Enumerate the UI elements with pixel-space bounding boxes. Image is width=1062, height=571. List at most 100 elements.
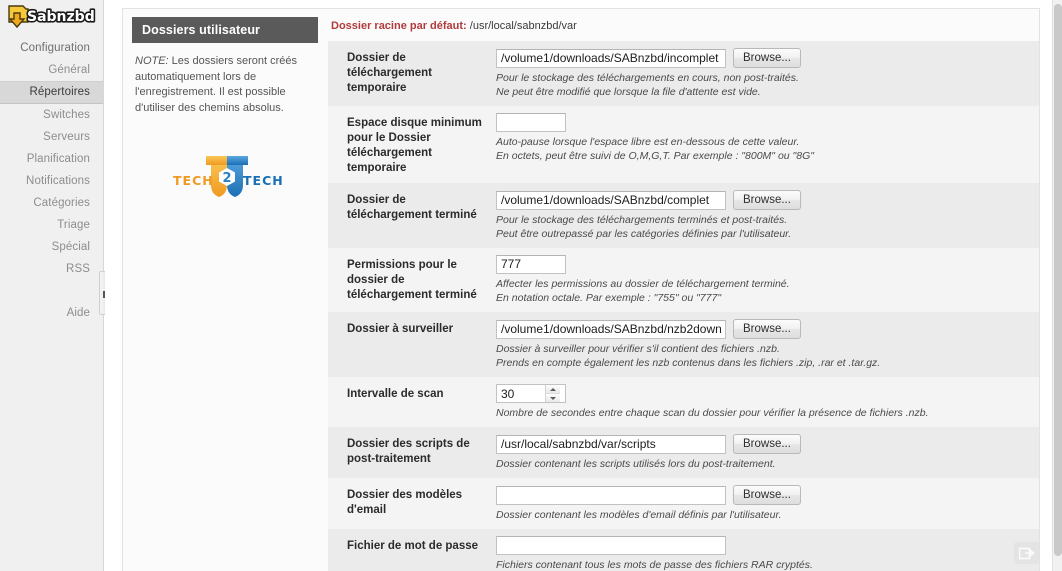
main-content: Dossiers utilisateur NOTE: Les dossiers … — [105, 0, 1052, 571]
browse-button[interactable]: Browse... — [733, 485, 801, 505]
folder-download-icon: Sabnzbd Sabnzbd — [8, 5, 96, 29]
sidebar-item-aide[interactable]: Aide — [0, 302, 103, 324]
sidebar-item-label: Planification — [26, 153, 90, 165]
hint-line: Prends en compte également les nzb conte… — [496, 357, 881, 369]
browse-button[interactable]: Browse... — [733, 319, 801, 339]
sidebar-item-switches[interactable]: Switches — [0, 104, 103, 126]
sidebar-item-repertoires[interactable]: Répertoires — [0, 81, 103, 104]
sidebar-item-general[interactable]: Général — [0, 59, 103, 81]
external-link-badge[interactable] — [1014, 542, 1040, 564]
sidebar-item-label: Notifications — [26, 175, 90, 187]
sidebar-item-planification[interactable]: Planification — [0, 148, 103, 170]
hint-line: Dossier à surveiller pour vérifier s'il … — [496, 343, 780, 355]
hint-line: Dossier contenant les scripts utilisés l… — [496, 458, 776, 470]
field-hint: Dossier contenant les scripts utilisés l… — [496, 457, 1029, 471]
field-label: Dossier de téléchargement temporaire — [347, 52, 433, 94]
field-label: Fichier de mot de passe — [347, 540, 479, 552]
form-row-email-templates-folder: Dossier des modèles d'email Browse... Do… — [328, 478, 1039, 529]
form-row-post-processing-scripts-folder: Dossier des scripts de post-traitement B… — [328, 427, 1039, 478]
field-label: Dossier à surveiller — [347, 323, 454, 335]
svg-text:2: 2 — [222, 171, 231, 186]
app-window: Sabnzbd Sabnzbd Configuration Général Ré… — [0, 0, 1062, 571]
hint-line: Pour le stockage des téléchargements en … — [496, 72, 799, 84]
sidebar-item-label: Triage — [57, 219, 90, 231]
stepper-up-icon[interactable] — [546, 385, 560, 394]
form-row-min-free-space: Espace disque minimum pour le Dossier té… — [328, 106, 1039, 183]
root-folder-note: Dossier racine par défaut: /usr/local/sa… — [328, 9, 1039, 41]
password-file-input[interactable] — [496, 536, 726, 555]
sidebar-item-label: Aide — [66, 307, 90, 319]
sidebar-item-triage[interactable]: Triage — [0, 214, 103, 236]
hint-line: Ne peut être modifié que lorsque la file… — [496, 86, 761, 98]
complete-download-folder-input[interactable] — [496, 190, 726, 210]
browse-button[interactable]: Browse... — [733, 434, 801, 454]
sidebar-item-label: RSS — [66, 263, 90, 275]
hint-line: En notation octale. Par exemple : "755" … — [496, 292, 722, 304]
panel-dossiers-utilisateur: Dossiers utilisateur NOTE: Les dossiers … — [122, 8, 1040, 571]
svg-text:TECH: TECH — [243, 173, 284, 188]
sidebar-item-label: Spécial — [51, 241, 90, 253]
sidebar-item-label: Catégories — [33, 197, 90, 209]
sidebar-item-label: Serveurs — [43, 131, 90, 143]
field-label: Dossier des modèles d'email — [347, 489, 463, 516]
sidebar-item-label: Switches — [43, 109, 90, 121]
section-note-prefix: NOTE: — [135, 55, 169, 67]
field-label: Espace disque minimum pour le Dossier té… — [347, 117, 482, 174]
sidebar-item-serveurs[interactable]: Serveurs — [0, 126, 103, 148]
scan-interval-input[interactable] — [497, 385, 545, 402]
temp-download-folder-input[interactable] — [496, 48, 726, 68]
stepper-arrows — [545, 385, 560, 402]
field-label: Permissions pour le dossier de télécharg… — [347, 259, 477, 301]
section-note: NOTE: Les dossiers seront créés automati… — [132, 54, 318, 116]
root-folder-path: /usr/local/sabnzbd/var — [469, 20, 577, 32]
field-hint: Auto-pause lorsque l'espace libre est en… — [496, 135, 1029, 163]
sidebar-gap — [0, 280, 103, 302]
field-hint: Pour le stockage des téléchargements en … — [496, 71, 1029, 99]
email-templates-folder-input[interactable] — [496, 485, 726, 505]
svg-text:Sabnzbd: Sabnzbd — [27, 9, 95, 25]
scan-interval-stepper[interactable] — [496, 384, 566, 403]
hint-line: Peut être outrepassé par les catégories … — [496, 228, 792, 240]
watched-folder-input[interactable] — [496, 319, 726, 339]
sidebar-item-label: Répertoires — [29, 86, 90, 98]
sidebar-item-categories[interactable]: Catégories — [0, 192, 103, 214]
sidebar-item-label: Général — [48, 64, 90, 76]
field-hint: Affecter les permissions au dossier de t… — [496, 277, 1029, 305]
hint-line: Affecter les permissions au dossier de t… — [496, 278, 790, 290]
form-row-scan-interval: Intervalle de scan 30 Nombre de secondes… — [328, 377, 1039, 427]
field-label: Intervalle de scan — [347, 388, 444, 400]
folder-permissions-input[interactable] — [496, 255, 566, 274]
form-row-watched-folder: Dossier à surveiller Browse... Dossier à… — [328, 312, 1039, 377]
hint-line: Fichiers contenant tous les mots de pass… — [496, 559, 813, 571]
app-logo[interactable]: Sabnzbd Sabnzbd — [0, 0, 103, 32]
field-label: Dossier de téléchargement terminé — [347, 194, 477, 221]
field-hint: Pour le stockage des téléchargements ter… — [496, 213, 1029, 241]
sidebar-item-rss[interactable]: RSS — [0, 258, 103, 280]
min-free-space-input[interactable] — [496, 113, 566, 132]
sidebar-item-configuration[interactable]: Configuration — [0, 37, 103, 59]
root-folder-label: Dossier racine par défaut: — [331, 20, 467, 32]
page-scrollbar[interactable] — [1052, 0, 1062, 571]
browse-button[interactable]: Browse... — [733, 190, 801, 210]
field-hint: Dossier à surveiller pour vérifier s'il … — [496, 342, 1029, 370]
scrollbar-thumb[interactable] — [1054, 4, 1062, 556]
tech2tech-watermark: 2 TECH TECH — [132, 150, 318, 205]
browse-button[interactable]: Browse... — [733, 48, 801, 68]
section-title: Dossiers utilisateur — [132, 17, 318, 43]
sidebar-item-special[interactable]: Spécial — [0, 236, 103, 258]
external-link-icon — [1019, 547, 1035, 560]
section-form-column: Dossier racine par défaut: /usr/local/sa… — [328, 9, 1039, 571]
form-row-complete-download-folder: Dossier de téléchargement terminé Browse… — [328, 183, 1039, 248]
section-side-column: Dossiers utilisateur NOTE: Les dossiers … — [123, 9, 328, 571]
field-label: Dossier des scripts de post-traitement — [347, 438, 470, 465]
hint-line: Dossier contenant les modèles d'email dé… — [496, 509, 782, 521]
post-processing-scripts-folder-input[interactable] — [496, 434, 726, 454]
form-row-temp-download-folder: Dossier de téléchargement temporaire Bro… — [328, 41, 1039, 106]
sidebar-item-label: Configuration — [20, 42, 90, 54]
field-hint: Nombre de secondes entre chaque scan du … — [496, 406, 1029, 420]
stepper-down-icon[interactable] — [546, 394, 560, 402]
hint-line: Nombre de secondes entre chaque scan du … — [496, 407, 929, 419]
sidebar-nav: Configuration Général Répertoires Switch… — [0, 37, 103, 324]
hint-line: En octets, peut être suivi de O,M,G,T. P… — [496, 150, 814, 162]
sidebar-item-notifications[interactable]: Notifications — [0, 170, 103, 192]
